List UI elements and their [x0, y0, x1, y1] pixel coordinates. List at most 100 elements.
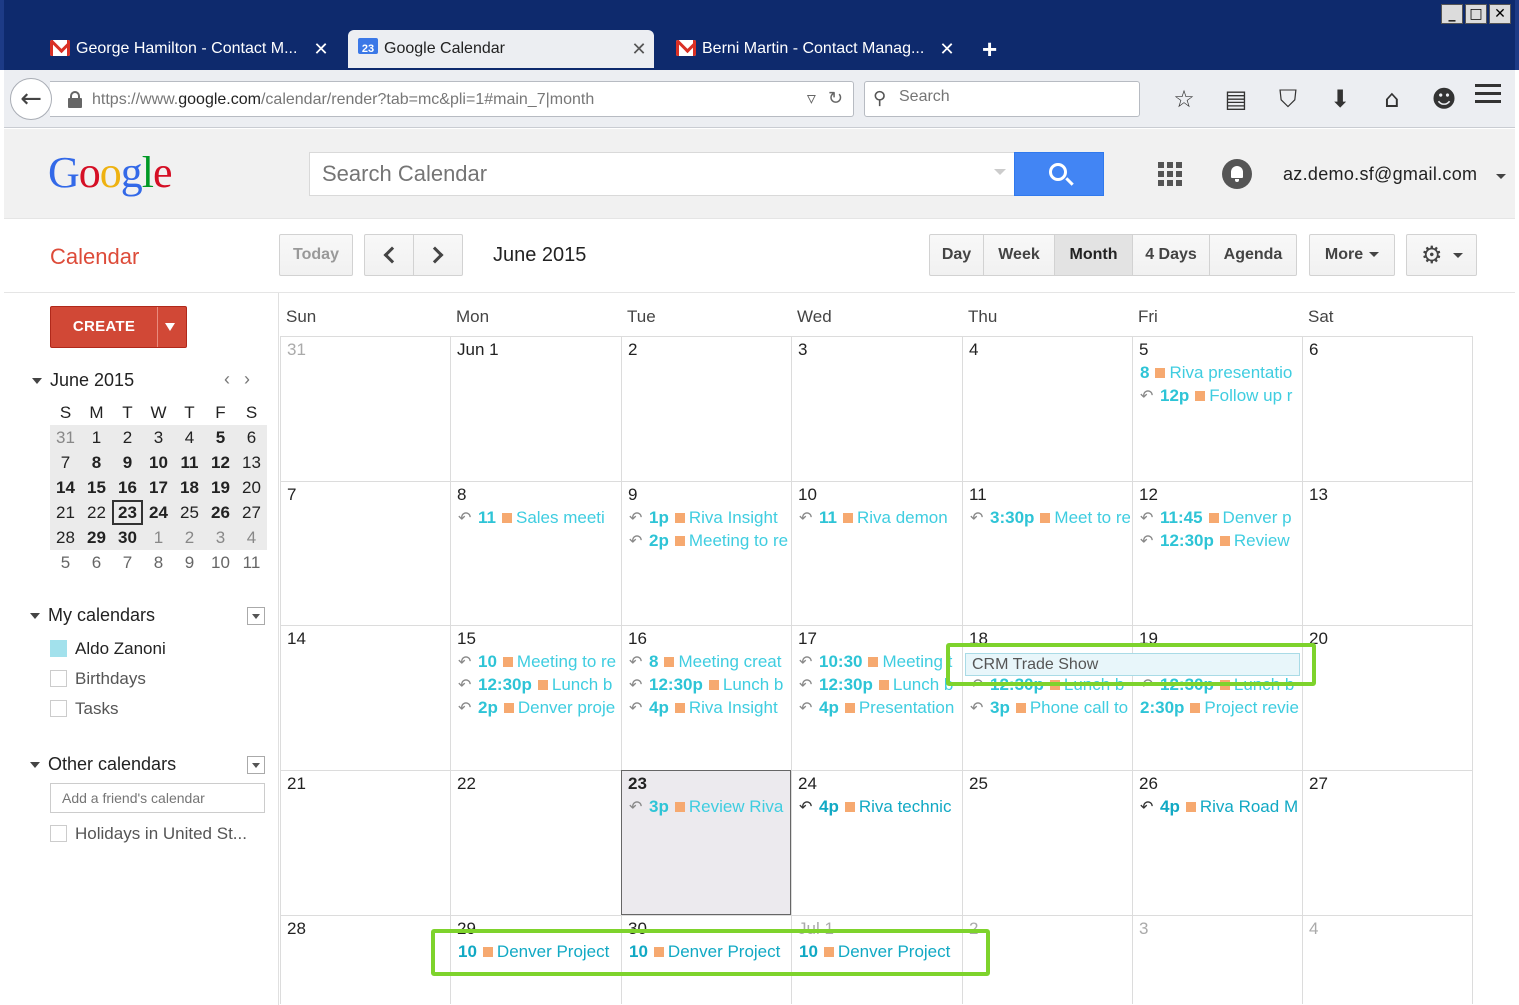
chat-icon[interactable]: ☻: [1418, 82, 1470, 116]
view-day-button[interactable]: Day: [929, 234, 984, 276]
day-cell[interactable]: 31: [280, 336, 450, 481]
calendar-event[interactable]: ↶ 12p Follow up r: [1140, 385, 1300, 407]
calendar-event[interactable]: ↶ 8 Meeting creat: [629, 651, 789, 673]
day-cell[interactable]: 3: [1132, 915, 1302, 1004]
bookmark-star-icon[interactable]: ☆: [1158, 82, 1210, 116]
calendar-color-checkbox[interactable]: [50, 670, 67, 687]
day-cell[interactable]: 4: [1302, 915, 1473, 1004]
my-calendars-dropdown-icon[interactable]: [247, 607, 265, 625]
day-number[interactable]: 9: [628, 485, 637, 505]
mini-calendar-day[interactable]: 28: [50, 525, 81, 550]
mini-calendar-day[interactable]: 3: [143, 425, 174, 450]
reload-icon[interactable]: ↻: [828, 88, 843, 109]
day-cell[interactable]: 10 ↶ 11 Riva demon: [791, 481, 962, 625]
day-cell[interactable]: 2: [621, 336, 791, 481]
day-number[interactable]: 13: [1309, 485, 1328, 505]
more-button[interactable]: More: [1309, 234, 1395, 276]
day-number[interactable]: 12: [1139, 485, 1158, 505]
day-number[interactable]: Jun 1: [457, 340, 499, 360]
calendar-item-birthdays[interactable]: Birthdays: [50, 669, 146, 689]
hamburger-menu-icon[interactable]: [1475, 84, 1501, 106]
day-cell[interactable]: 24 ↶ 4p Riva technic: [791, 770, 962, 915]
tab-close-icon[interactable]: ✕: [932, 39, 962, 60]
mini-calendar-day[interactable]: 1: [81, 425, 112, 450]
calendar-event[interactable]: ↶ 4p Presentation: [799, 697, 960, 719]
mini-calendar-day[interactable]: 2: [174, 525, 205, 550]
mini-calendar-day[interactable]: 5: [50, 550, 81, 575]
calendar-event[interactable]: ↶ 12:30p Lunch b: [629, 674, 789, 696]
day-cell[interactable]: 21: [280, 770, 450, 915]
mini-calendar-day[interactable]: 24: [143, 500, 174, 525]
settings-button[interactable]: ⚙: [1406, 234, 1477, 276]
window-close-button[interactable]: ✕: [1489, 4, 1511, 24]
mini-calendar-day[interactable]: 23: [112, 500, 143, 525]
day-number[interactable]: 17: [798, 629, 817, 649]
mini-calendar-day[interactable]: 29: [81, 525, 112, 550]
calendar-event[interactable]: ↶ 4p Riva Insight: [629, 697, 789, 719]
mini-calendar-day[interactable]: 7: [112, 550, 143, 575]
tab-close-icon[interactable]: ✕: [306, 39, 336, 60]
home-icon[interactable]: ⌂: [1366, 82, 1418, 116]
calendar-event[interactable]: ↶ 2p Denver proje: [458, 697, 619, 719]
day-number[interactable]: 25: [969, 774, 988, 794]
day-number[interactable]: 23: [628, 774, 647, 794]
day-number[interactable]: 24: [798, 774, 817, 794]
day-number[interactable]: 3: [798, 340, 807, 360]
new-tab-button[interactable]: +: [982, 34, 997, 65]
search-options-icon[interactable]: [994, 169, 1006, 175]
day-cell[interactable]: 22: [450, 770, 621, 915]
day-cell[interactable]: 5 8 Riva presentatio ↶ 12p Follow up r: [1132, 336, 1302, 481]
view-month-button[interactable]: Month: [1054, 234, 1133, 276]
day-number[interactable]: 21: [287, 774, 306, 794]
account-dropdown-icon[interactable]: [1496, 174, 1506, 179]
prev-period-button[interactable]: [364, 234, 414, 276]
day-number[interactable]: 5: [1139, 340, 1148, 360]
calendar-event[interactable]: ↶ 4p Riva Road M: [1140, 796, 1300, 818]
day-cell[interactable]: 28: [280, 915, 450, 1004]
calendar-color-checkbox[interactable]: [50, 640, 67, 657]
mini-calendar-day[interactable]: 1: [143, 525, 174, 550]
day-cell[interactable]: 13: [1302, 481, 1473, 625]
day-number[interactable]: 26: [1139, 774, 1158, 794]
pocket-icon[interactable]: ⛉: [1262, 82, 1314, 116]
calendar-item-tasks[interactable]: Tasks: [50, 699, 118, 719]
url-bar[interactable]: https://www.google.com/calendar/render?t…: [50, 81, 854, 117]
mini-calendar-header[interactable]: June 2015: [32, 370, 134, 391]
day-cell[interactable]: 14: [280, 625, 450, 770]
mini-calendar-day[interactable]: 9: [112, 450, 143, 475]
calendar-event[interactable]: ↶ 10 Meeting to re: [458, 651, 619, 673]
dropdown-icon[interactable]: ▿: [807, 88, 816, 109]
calendar-event[interactable]: 8 Riva presentatio: [1140, 362, 1300, 384]
view-week-button[interactable]: Week: [983, 234, 1055, 276]
create-dropdown-icon[interactable]: [165, 323, 175, 331]
maximize-button[interactable]: □: [1465, 4, 1487, 24]
day-cell[interactable]: 17 ↶ 10:30 Meeting t ↶ 12:30p Lunch b ↶ 4p Presen…: [791, 625, 962, 770]
account-email[interactable]: az.demo.sf@gmail.com: [1283, 164, 1477, 185]
day-number[interactable]: 8: [457, 485, 466, 505]
mini-calendar-day[interactable]: 26: [205, 500, 236, 525]
day-number[interactable]: 15: [457, 629, 476, 649]
mini-calendar-day[interactable]: 3: [205, 525, 236, 550]
mini-calendar-day[interactable]: 8: [143, 550, 174, 575]
day-cell[interactable]: 4: [962, 336, 1132, 481]
back-button[interactable]: ←: [10, 78, 52, 120]
calendar-color-checkbox[interactable]: [50, 700, 67, 717]
browser-search-input[interactable]: [899, 88, 1119, 106]
today-button[interactable]: Today: [279, 234, 353, 276]
day-cell[interactable]: 12 ↶ 11:45 Denver p ↶ 12:30p Review: [1132, 481, 1302, 625]
day-cell[interactable]: 6: [1302, 336, 1473, 481]
apps-grid-icon[interactable]: [1158, 162, 1182, 186]
day-number[interactable]: 16: [628, 629, 647, 649]
notifications-bell-icon[interactable]: [1222, 159, 1252, 189]
other-calendars-header[interactable]: Other calendars: [30, 754, 176, 775]
mini-calendar-day[interactable]: 17: [143, 475, 174, 500]
day-number[interactable]: 28: [287, 919, 306, 939]
day-number[interactable]: 14: [287, 629, 306, 649]
mini-calendar-day[interactable]: 8: [81, 450, 112, 475]
mini-calendar-day[interactable]: 7: [50, 450, 81, 475]
mini-calendar-day[interactable]: 5: [205, 425, 236, 450]
day-cell[interactable]: Jun 1: [450, 336, 621, 481]
calendar-event[interactable]: ↶ 2p Meeting to re: [629, 530, 789, 552]
mini-calendar-day[interactable]: 10: [205, 550, 236, 575]
day-cell[interactable]: 15 ↶ 10 Meeting to re ↶ 12:30p Lunch b ↶ 2p Denve…: [450, 625, 621, 770]
